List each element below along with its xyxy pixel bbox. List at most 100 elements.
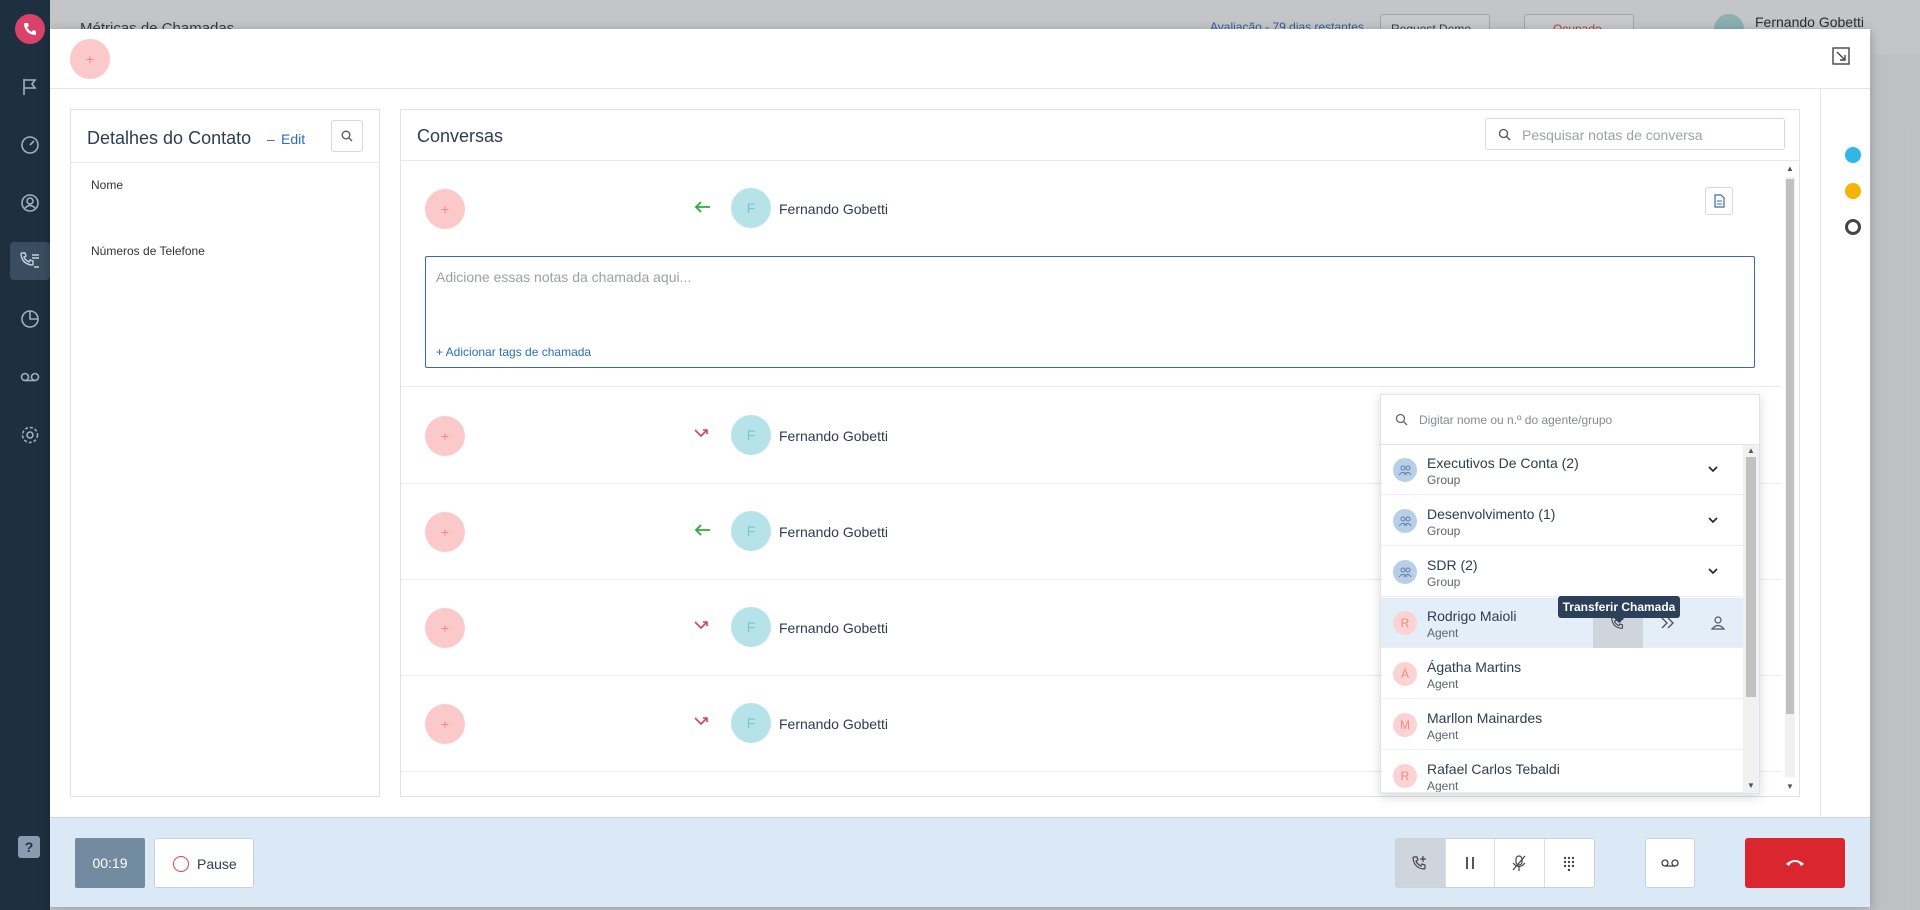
phone-icon <box>24 23 36 35</box>
contact-details-title: Detalhes do Contato <box>87 128 252 148</box>
settings-gear-icon[interactable] <box>10 416 50 454</box>
agent-group-search-input[interactable] <box>1419 410 1739 430</box>
group-name: Desenvolvimento (1) <box>1427 506 1556 522</box>
keypad-icon <box>1564 856 1575 871</box>
reports-pie-icon[interactable] <box>10 300 50 338</box>
voicemail-drop-button[interactable] <box>1645 838 1695 888</box>
missed-call-icon <box>694 717 708 726</box>
caller-name: Fernando Gobetti <box>779 524 888 540</box>
add-call-button[interactable]: + <box>425 704 465 744</box>
contacts-icon[interactable] <box>10 184 50 222</box>
pause-label: Pause <box>197 856 237 872</box>
scroll-thumb[interactable] <box>1786 179 1794 714</box>
chevron-down-icon[interactable] <box>1707 514 1719 526</box>
scroll-up-arrow[interactable]: ▲ <box>1786 164 1794 173</box>
divider <box>71 162 379 163</box>
caller-avatar: F <box>731 511 771 551</box>
group-item[interactable]: Executivos De Conta (2) Group <box>1381 445 1743 495</box>
call-notes-input[interactable] <box>436 269 1736 319</box>
caller-avatar: F <box>731 188 771 228</box>
call-notes-box[interactable]: + Adicionar tags de chamada <box>425 256 1755 368</box>
document-icon[interactable] <box>1705 187 1733 215</box>
agent-name: Rodrigo Maioli <box>1427 608 1517 624</box>
caller-avatar: F <box>731 703 771 743</box>
edit-contact-link[interactable]: Edit <box>281 131 305 147</box>
flag-icon[interactable] <box>10 68 50 106</box>
caller-avatar: F <box>731 415 771 455</box>
hold-pause-icon <box>1465 857 1474 869</box>
voicemail-icon <box>1661 859 1679 867</box>
hold-button[interactable] <box>1446 839 1495 887</box>
lightning-integration-icon[interactable] <box>1845 147 1861 163</box>
pause-button[interactable]: Pause <box>154 838 254 888</box>
double-chevron-right-icon <box>1661 617 1674 629</box>
app-logo[interactable] <box>15 14 45 44</box>
agent-name: Ágatha Martins <box>1427 659 1522 675</box>
microphone-off-icon <box>1512 855 1526 871</box>
conversation-notes-search[interactable] <box>1485 118 1785 150</box>
add-call-button[interactable]: + <box>425 189 465 229</box>
group-item[interactable]: Desenvolvimento (1) Group <box>1381 496 1743 546</box>
group-icon <box>1393 560 1417 584</box>
agent-avatar: Á <box>1393 662 1417 686</box>
help-icon[interactable]: ? <box>18 836 40 858</box>
caller-name: Fernando Gobetti <box>779 716 888 732</box>
agent-avatar: R <box>1393 764 1417 788</box>
add-call-button[interactable]: + <box>425 608 465 648</box>
incoming-call-arrow-icon <box>694 524 710 536</box>
modal-header: + <box>50 29 1870 89</box>
group-icon <box>1393 509 1417 533</box>
hang-up-button[interactable] <box>1745 838 1845 888</box>
add-call-button[interactable]: + <box>425 416 465 456</box>
minimize-icon[interactable] <box>1832 47 1850 70</box>
agent-avatar: R <box>1393 611 1417 635</box>
missed-call-icon <box>694 429 708 438</box>
transfer-call-tooltip: Transferir Chamada <box>1558 596 1680 623</box>
chevron-down-icon[interactable] <box>1707 463 1719 475</box>
group-item[interactable]: SDR (2) Group <box>1381 547 1743 597</box>
call-log-icon[interactable] <box>10 242 50 280</box>
caller-name: Fernando Gobetti <box>779 201 888 217</box>
missed-call-icon <box>694 621 708 630</box>
conversations-scrollbar[interactable]: ▲ ▼ <box>1781 162 1797 796</box>
transfer-call-button[interactable] <box>1396 839 1446 887</box>
group-name: Executivos De Conta (2) <box>1427 455 1579 471</box>
scroll-up-arrow[interactable]: ▲ <box>1747 446 1755 455</box>
target-integration-icon[interactable] <box>1845 219 1861 235</box>
scroll-down-arrow[interactable]: ▼ <box>1786 782 1794 791</box>
call-row[interactable]: + F Fernando Gobetti + Adicionar tags de… <box>401 161 1781 387</box>
agent-item[interactable]: R Rafael Carlos Tebaldi Agent <box>1381 751 1743 793</box>
call-timer: 00:19 <box>75 838 145 888</box>
voicemail-icon[interactable] <box>10 358 50 396</box>
hang-up-phone-icon <box>1786 860 1804 866</box>
title-separator: – <box>267 131 275 147</box>
caller-name: Fernando Gobetti <box>779 428 888 444</box>
person-icon <box>1711 616 1725 630</box>
caller-name: Fernando Gobetti <box>779 620 888 636</box>
bolt-integration-icon[interactable] <box>1845 183 1861 199</box>
add-call-tags-link[interactable]: + Adicionar tags de chamada <box>436 345 591 359</box>
add-call-button[interactable]: + <box>425 512 465 552</box>
agent-profile-action[interactable] <box>1693 598 1743 648</box>
scroll-down-arrow[interactable]: ▼ <box>1747 781 1755 790</box>
left-nav: ? <box>0 0 50 910</box>
add-button[interactable]: + <box>70 39 110 79</box>
agent-item[interactable]: M Marllon Mainardes Agent <box>1381 700 1743 750</box>
scroll-thumb[interactable] <box>1746 457 1756 697</box>
phone-transfer-icon <box>1412 856 1427 870</box>
transfer-scrollbar[interactable]: ▲ ▼ <box>1743 445 1759 793</box>
agent-item[interactable]: Á Ágatha Martins Agent <box>1381 649 1743 699</box>
contact-details-panel: Detalhes do Contato – Edit Nome Números … <box>70 109 380 797</box>
group-name: SDR (2) <box>1427 557 1478 573</box>
dashboard-gauge-icon[interactable] <box>10 126 50 164</box>
agent-name: Marllon Mainardes <box>1427 710 1543 726</box>
keypad-button[interactable] <box>1545 839 1595 887</box>
chevron-down-icon[interactable] <box>1707 565 1719 577</box>
mute-button[interactable] <box>1495 839 1545 887</box>
conversation-search-input[interactable] <box>1522 125 1772 145</box>
group-type: Group <box>1427 575 1461 589</box>
call-control-bar: 00:19 Pause <box>50 817 1870 907</box>
contact-search-button[interactable] <box>331 120 363 152</box>
agent-type: Agent <box>1427 626 1459 640</box>
transfer-search[interactable] <box>1381 395 1759 445</box>
